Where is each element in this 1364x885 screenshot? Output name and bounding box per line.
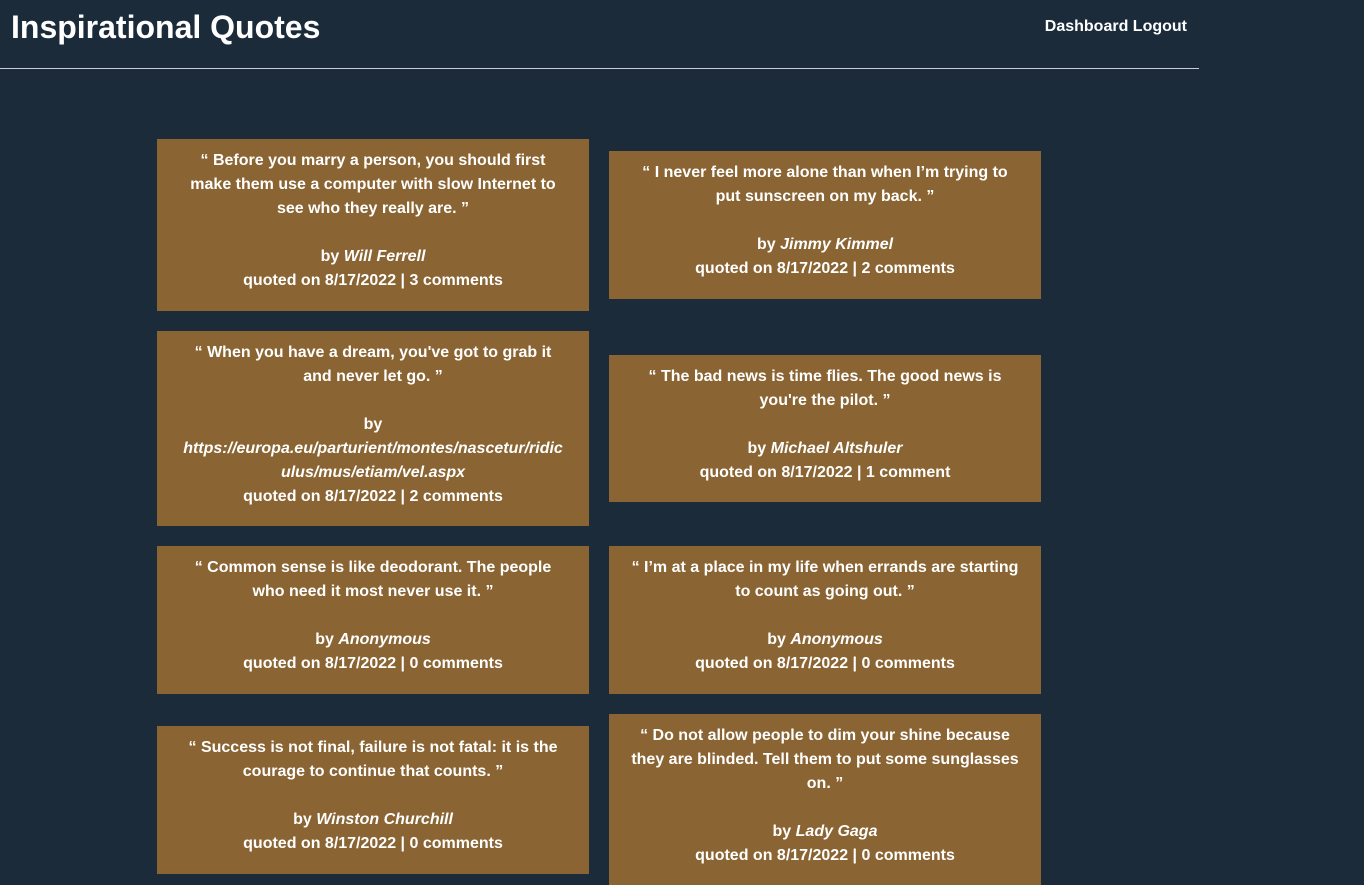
comments-link[interactable]: 1 comment [866,464,950,481]
quote-author: https://europa.eu/parturient/montes/nasc… [183,440,563,481]
quote-card: “ I never feel more alone than when I’m … [609,151,1041,299]
quote-text: “ I’m at a place in my life when errands… [631,559,1019,600]
quote-card: “ Before you marry a person, you should … [157,139,589,311]
quote-meta: quoted on 8/17/2022 | 1 comment [631,461,1019,485]
quote-byline: by Anonymous [179,628,567,652]
quoted-date: quoted on 8/17/2022 | [243,488,406,505]
quote-meta: quoted on 8/17/2022 | 2 comments [631,257,1019,281]
quote-meta: quoted on 8/17/2022 | 0 comments [631,652,1019,676]
by-label: by [756,236,776,253]
quote-author: Anonymous [790,631,883,648]
quote-card: “ Do not allow people to dim your shine … [609,714,1041,885]
quote-byline: by https://europa.eu/parturient/montes/na… [179,413,567,485]
top-nav: Dashboard Logout [1045,17,1187,37]
by-label: by [315,631,334,648]
comments-link[interactable]: 2 comments [409,488,502,505]
quote-meta: quoted on 8/17/2022 | 2 comments [179,485,567,509]
quoted-date: quoted on 8/17/2022 | [243,835,406,852]
by-label: by [320,248,340,265]
quote-text: “ Do not allow people to dim your shine … [631,727,1019,792]
site-header: Inspirational Quotes Dashboard Logout [0,0,1199,69]
quoted-date: quoted on 8/17/2022 | [695,260,858,277]
comments-link[interactable]: 0 comments [861,847,954,864]
quoted-date: quoted on 8/17/2022 | [695,847,858,864]
quoted-date: quoted on 8/17/2022 | [699,464,862,481]
quote-author: Winston Churchill [316,811,453,828]
by-label: by [767,631,786,648]
quote-meta: quoted on 8/17/2022 | 0 comments [179,832,567,856]
comments-link[interactable]: 3 comments [409,272,502,289]
comments-link[interactable]: 0 comments [409,655,502,672]
quote-author: Lady Gaga [795,823,878,840]
quote-meta: quoted on 8/17/2022 | 3 comments [179,269,567,293]
quoted-date: quoted on 8/17/2022 | [243,655,406,672]
quote-meta: quoted on 8/17/2022 | 0 comments [179,652,567,676]
quote-byline: by Winston Churchill [179,808,567,832]
quote-author: Michael Altshuler [770,440,903,457]
page-title: Inspirational Quotes [11,9,321,45]
quote-author: Anonymous [338,631,431,648]
quote-byline: by Michael Altshuler [631,437,1019,461]
quote-byline: by Will Ferrell [179,245,567,269]
by-label: by [772,823,792,840]
quote-meta: quoted on 8/17/2022 | 0 comments [631,844,1019,868]
quote-byline: by Jimmy Kimmel [631,233,1019,257]
dashboard-link[interactable]: Dashboard [1045,18,1129,35]
quote-card: “ I’m at a place in my life when errands… [609,546,1041,694]
quote-card: “ When you have a dream, you've got to g… [157,331,589,526]
quote-card: “ The bad news is time flies. The good n… [609,355,1041,502]
quote-text: “ Before you marry a person, you should … [190,152,556,217]
quote-card: “ Common sense is like deodorant. The pe… [157,546,589,694]
by-label: by [293,811,312,828]
quote-author: Jimmy Kimmel [780,236,894,253]
quote-text: “ Common sense is like deodorant. The pe… [194,559,552,600]
by-label: by [363,416,383,433]
quote-author: Will Ferrell [343,248,426,265]
by-label: by [747,440,767,457]
comments-link[interactable]: 2 comments [861,260,954,277]
quoted-date: quoted on 8/17/2022 | [695,655,858,672]
quote-text: “ The bad news is time flies. The good n… [648,368,1002,409]
comments-link[interactable]: 0 comments [409,835,502,852]
quote-byline: by Lady Gaga [631,820,1019,844]
quote-text: “ When you have a dream, you've got to g… [194,344,552,385]
logout-link[interactable]: Logout [1133,18,1187,35]
comments-link[interactable]: 0 comments [861,655,954,672]
quote-card: “ Success is not final, failure is not f… [157,726,589,874]
quoted-date: quoted on 8/17/2022 | [243,272,406,289]
quote-byline: by Anonymous [631,628,1019,652]
quote-text: “ Success is not final, failure is not f… [188,739,558,780]
quote-text: “ I never feel more alone than when I’m … [642,164,1008,205]
